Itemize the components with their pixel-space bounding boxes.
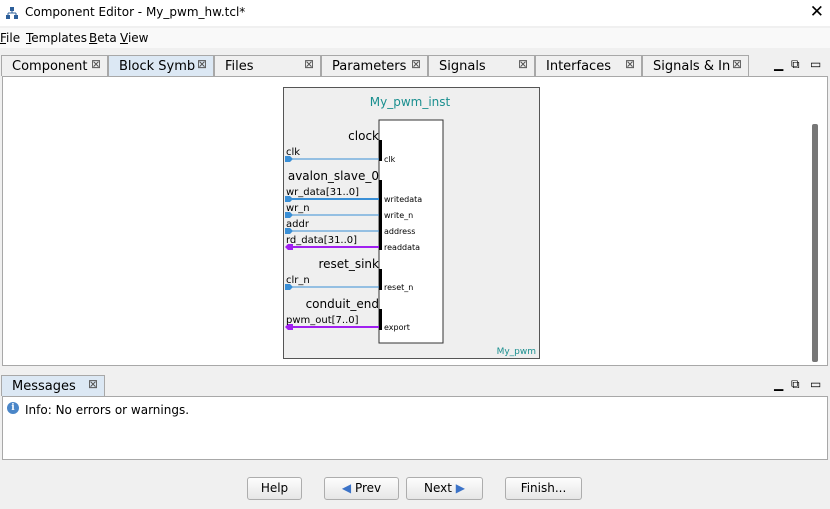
external-signal-rd-data: rd_data[31..0]: [286, 235, 357, 246]
menu-templates[interactable]: Templates: [26, 31, 87, 45]
tab-messages[interactable]: Messages ⊠: [1, 375, 105, 396]
float-icon[interactable]: ⧉: [791, 57, 800, 72]
arrow-right-icon: ▶: [455, 481, 466, 495]
instance-name: My_pwm_inst: [370, 95, 451, 109]
menu-file[interactable]: File: [0, 31, 20, 45]
external-signal-addr: addr: [286, 219, 310, 230]
minimize-icon[interactable]: ▁: [774, 57, 783, 71]
component-name: My_pwm: [497, 347, 536, 357]
interface-bar-avalon: [379, 180, 382, 250]
tab-close-icon[interactable]: ⊠: [91, 57, 101, 71]
maximize-icon[interactable]: ▭: [810, 377, 821, 391]
float-icon[interactable]: ⧉: [791, 377, 800, 392]
tab-label: Component: [12, 59, 88, 74]
window-title: Component Editor - My_pwm_hw.tcl*: [25, 5, 246, 19]
tab-files[interactable]: Files ⊠: [214, 55, 321, 76]
interface-bar-conduit: [379, 309, 382, 330]
tab-label: Signals: [439, 59, 486, 74]
port-clk: clk: [384, 155, 396, 164]
external-signal-wr-n: wr_n: [286, 203, 310, 214]
interface-label-clock: clock: [348, 129, 379, 143]
close-icon[interactable]: ✕: [810, 2, 824, 22]
interface-label-conduit-end: conduit_end: [306, 297, 379, 311]
tab-close-icon[interactable]: ⊠: [732, 57, 742, 71]
tab-component[interactable]: Component ⊠: [1, 55, 108, 76]
prev-button[interactable]: ◀ Prev: [324, 477, 399, 500]
block-symbol: My_pwm_inst My_pwm clock avalon_slave_0 …: [283, 87, 540, 359]
tab-label: Parameters: [332, 59, 407, 74]
port-readdata: readdata: [384, 243, 420, 252]
vertical-scrollbar[interactable]: [812, 124, 818, 362]
tab-label: Messages: [12, 379, 76, 394]
menu-beta[interactable]: Beta: [89, 31, 117, 45]
external-signal-wr-data: wr_data[31..0]: [286, 187, 359, 198]
external-signal-clk: clk: [286, 147, 300, 158]
editor-tab-strip: Component ⊠ Block Symb ⊠ Files ⊠ Paramet…: [0, 54, 830, 76]
tab-close-icon[interactable]: ⊠: [88, 377, 98, 391]
interface-bar-reset: [379, 269, 382, 290]
tab-close-icon[interactable]: ⊠: [197, 57, 207, 71]
component-editor-icon: [6, 7, 18, 19]
menu-bar: File Templates Beta View: [0, 28, 830, 48]
minimize-icon[interactable]: ▁: [774, 377, 783, 391]
tab-parameters[interactable]: Parameters ⊠: [321, 55, 428, 76]
messages-tab-strip: Messages ⊠ ▁ ⧉ ▭: [0, 374, 830, 396]
symbol-drawing: My_pwm_inst My_pwm clock avalon_slave_0 …: [285, 95, 536, 357]
message-text: Info: No errors or warnings.: [25, 403, 190, 417]
prev-label: Prev: [354, 481, 382, 495]
tab-close-icon[interactable]: ⊠: [518, 57, 528, 71]
port-write-n: write_n: [384, 211, 413, 220]
external-signal-clr-n: clr_n: [286, 275, 310, 286]
info-icon: i: [7, 402, 19, 414]
port-reset-n: reset_n: [384, 283, 413, 292]
tab-signals[interactable]: Signals ⊠: [428, 55, 535, 76]
next-label: Next: [423, 481, 452, 495]
tab-interfaces[interactable]: Interfaces ⊠: [535, 55, 642, 76]
arrow-left-icon: ◀: [341, 481, 352, 495]
tab-block-symbol[interactable]: Block Symb ⊠: [108, 55, 214, 76]
finish-label: Finish...: [520, 481, 567, 495]
help-label: Help: [260, 481, 289, 495]
tab-close-icon[interactable]: ⊠: [411, 57, 421, 71]
tab-label: Interfaces: [546, 59, 611, 74]
tab-close-icon[interactable]: ⊠: [304, 57, 314, 71]
maximize-icon[interactable]: ▭: [810, 57, 821, 71]
help-button[interactable]: Help: [247, 477, 302, 500]
tab-label: Files: [225, 59, 254, 74]
interface-bar-clock: [379, 140, 382, 161]
tab-label: Block Symb: [119, 59, 196, 74]
next-button[interactable]: Next ▶: [406, 477, 483, 500]
tab-signals-and-interfaces[interactable]: Signals & In ⊠: [642, 55, 749, 76]
port-export: export: [384, 323, 410, 332]
interface-label-reset-sink: reset_sink: [318, 257, 379, 271]
messages-panel: i Info: No errors or warnings.: [2, 396, 828, 460]
tab-close-icon[interactable]: ⊠: [625, 57, 635, 71]
finish-button[interactable]: Finish...: [505, 477, 582, 500]
menu-view[interactable]: View: [120, 31, 148, 45]
title-bar: Component Editor - My_pwm_hw.tcl* ✕: [0, 0, 830, 26]
port-address: address: [384, 227, 415, 236]
external-signal-pwm-out: pwm_out[7..0]: [286, 315, 359, 326]
port-writedata: writedata: [384, 195, 422, 204]
interface-label-avalon-slave: avalon_slave_0: [288, 169, 379, 183]
tab-label: Signals & In: [653, 59, 731, 74]
